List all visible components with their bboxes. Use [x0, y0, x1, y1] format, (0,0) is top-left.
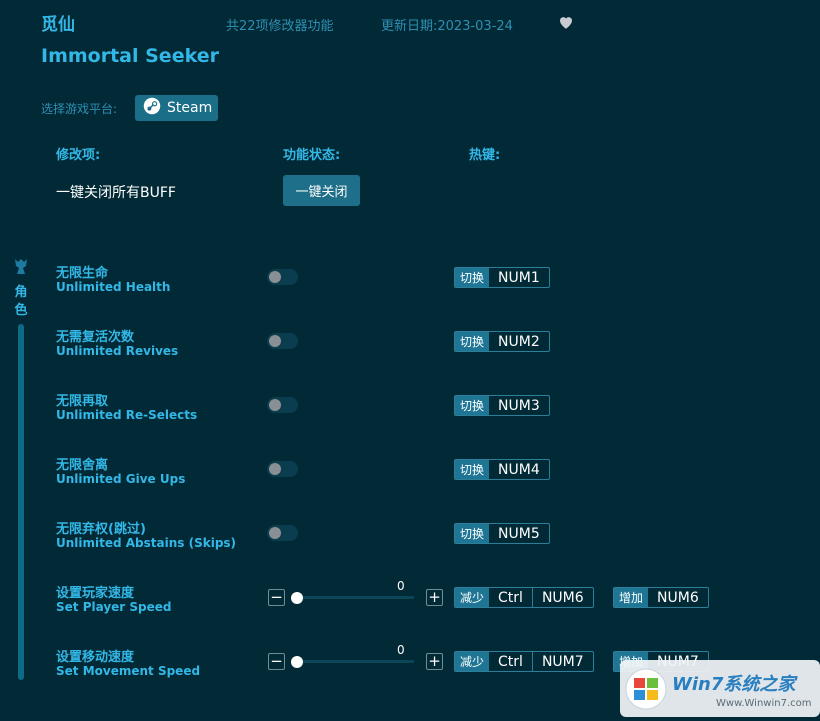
game-title-en: Immortal Seeker: [41, 45, 219, 67]
row-label-en: Unlimited Give Ups: [56, 472, 186, 486]
hotkey-modifier: Ctrl: [498, 589, 523, 606]
slider-value: 0: [397, 579, 405, 593]
hotkey-action: 减少: [455, 652, 490, 671]
increase-button[interactable]: +: [426, 589, 443, 606]
sidebar-scrollbar[interactable]: [18, 324, 24, 680]
steam-button-label: Steam: [167, 100, 213, 116]
hotkey-action: 切换: [455, 396, 490, 415]
row-label-cn: 设置玩家速度: [56, 586, 135, 601]
increase-hotkey[interactable]: 增加 NUM6: [613, 587, 709, 608]
column-status-header: 功能状态:: [283, 148, 341, 163]
column-mod-header: 修改项:: [56, 148, 101, 163]
watermark: Win7系统之家 Www.Winwin7.com: [620, 660, 820, 717]
player-speed-slider-track[interactable]: [296, 596, 414, 599]
row-label-cn: 无需复活次数: [56, 330, 135, 345]
column-hotkey-header: 热键:: [469, 148, 501, 163]
sidebar-tab-char-1: 角: [14, 285, 28, 300]
hotkey-binding[interactable]: 切换 NUM1: [454, 267, 550, 288]
hotkey-key: NUM1: [498, 269, 540, 286]
row-label-en: Set Movement Speed: [56, 664, 201, 678]
hotkey-action: 切换: [455, 268, 490, 287]
sidebar-tab-char-2: 色: [14, 303, 28, 318]
hotkey-binding[interactable]: 切换 NUM2: [454, 331, 550, 352]
close-all-buff-label: 一键关闭所有BUFF: [56, 185, 176, 201]
hotkey-binding[interactable]: 切换 NUM5: [454, 523, 550, 544]
unlimited-reselects-toggle[interactable]: [267, 397, 298, 413]
watermark-url: Www.Winwin7.com: [716, 698, 812, 709]
row-label-cn: 设置移动速度: [56, 650, 135, 665]
unlimited-health-toggle[interactable]: [267, 269, 298, 285]
steam-icon: [143, 97, 161, 119]
hotkey-binding[interactable]: 切换 NUM3: [454, 395, 550, 416]
unlimited-abstains-toggle[interactable]: [267, 525, 298, 541]
hotkey-key: NUM4: [498, 461, 540, 478]
movement-speed-slider-handle[interactable]: [291, 656, 303, 668]
decrease-hotkey[interactable]: 减少 Ctrl NUM6: [454, 587, 594, 608]
player-speed-slider-handle[interactable]: [291, 592, 303, 604]
close-all-button[interactable]: 一键关闭: [283, 175, 360, 206]
hotkey-action: 切换: [455, 332, 490, 351]
row-label-en: Set Player Speed: [56, 600, 172, 614]
feature-count: 共22项修改器功能: [226, 19, 334, 34]
row-label-en: Unlimited Abstains (Skips): [56, 536, 237, 550]
movement-speed-slider-track[interactable]: [296, 660, 414, 663]
row-label-cn: 无限舍离: [56, 458, 109, 473]
decrease-button[interactable]: −: [268, 589, 285, 606]
game-title-cn: 觅仙: [41, 15, 75, 35]
hotkey-action: 切换: [455, 524, 490, 543]
hotkey-key: NUM6: [531, 588, 593, 607]
hotkey-binding[interactable]: 切换 NUM4: [454, 459, 550, 480]
hotkey-action: 减少: [455, 588, 490, 607]
hotkey-action: 切换: [455, 460, 490, 479]
hotkey-action: 增加: [614, 588, 649, 607]
hotkey-key: NUM6: [657, 589, 699, 606]
steam-platform-button[interactable]: Steam: [135, 95, 218, 121]
unlimited-revives-toggle[interactable]: [267, 333, 298, 349]
row-label-en: Unlimited Re-Selects: [56, 408, 198, 422]
update-date: 更新日期:2023-03-24: [381, 19, 513, 34]
row-label-cn: 无限弃权(跳过): [56, 522, 146, 537]
row-label-cn: 无限再取: [56, 394, 109, 409]
unlimited-giveups-toggle[interactable]: [267, 461, 298, 477]
platform-label: 选择游戏平台:: [41, 102, 118, 116]
hotkey-key: NUM5: [498, 525, 540, 542]
sidebar-tab-character[interactable]: 角 色: [13, 284, 29, 320]
character-icon[interactable]: [12, 257, 30, 275]
hotkey-key: NUM7: [531, 652, 593, 671]
row-label-en: Unlimited Health: [56, 280, 171, 294]
decrease-hotkey[interactable]: 减少 Ctrl NUM7: [454, 651, 594, 672]
watermark-brand: Win7系统之家: [672, 674, 796, 695]
row-label-cn: 无限生命: [56, 266, 109, 281]
hotkey-key: NUM3: [498, 397, 540, 414]
decrease-button[interactable]: −: [268, 653, 285, 670]
hotkey-modifier: Ctrl: [498, 653, 523, 670]
increase-button[interactable]: +: [426, 653, 443, 670]
hotkey-key: NUM2: [498, 333, 540, 350]
slider-value: 0: [397, 643, 405, 657]
heart-icon[interactable]: [557, 13, 575, 31]
row-label-en: Unlimited Revives: [56, 344, 179, 358]
